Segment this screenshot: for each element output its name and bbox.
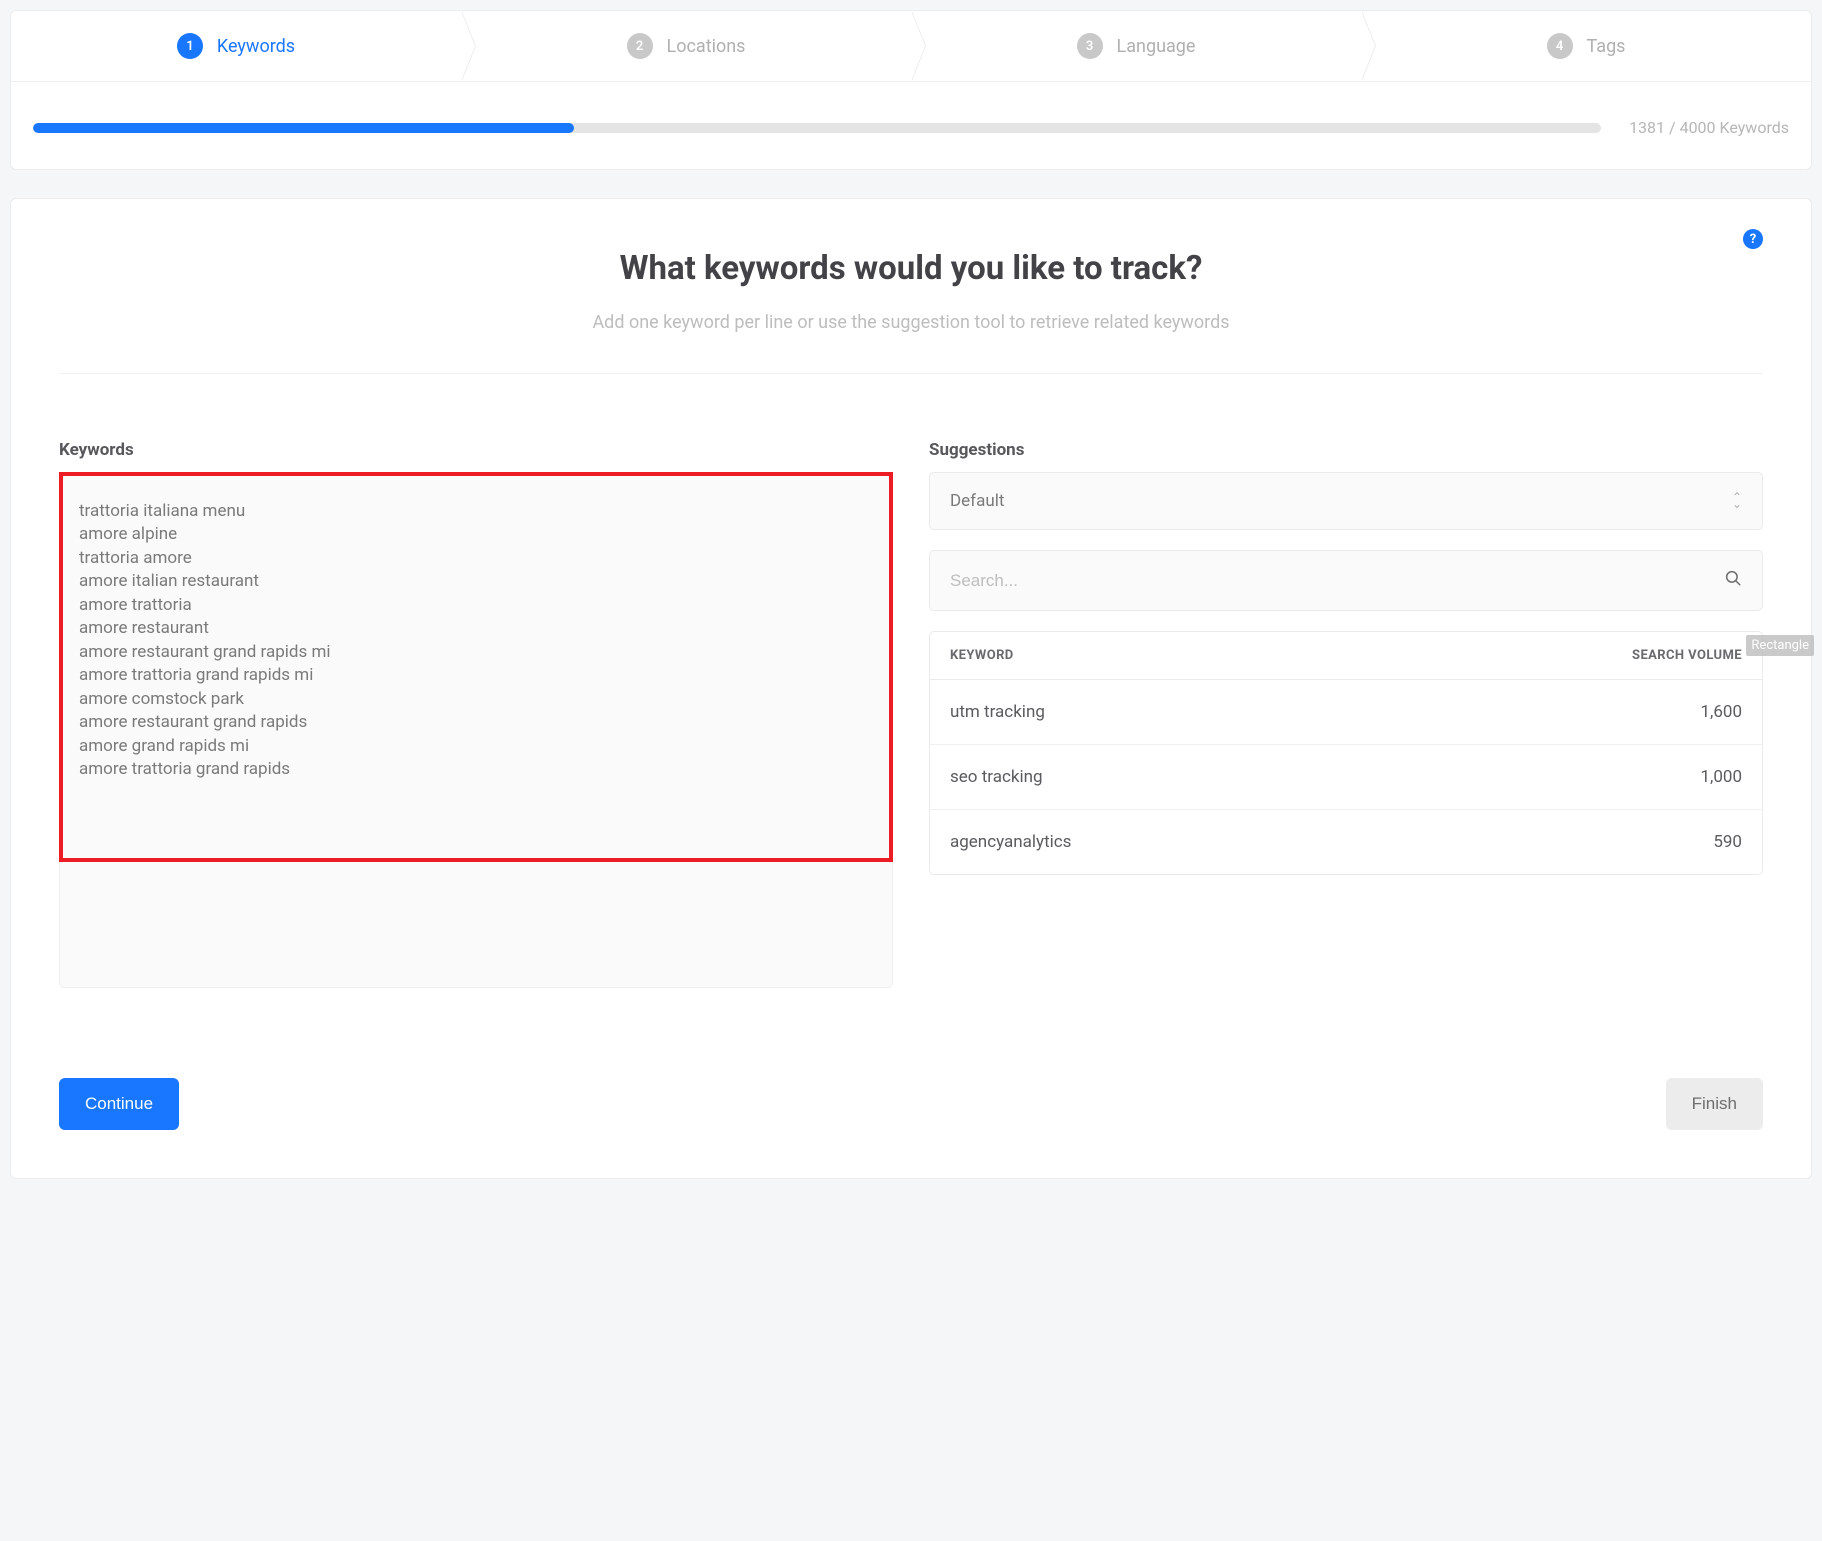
suggestion-keyword: utm tracking — [950, 702, 1045, 722]
step-tags[interactable]: 4 Tags — [1361, 11, 1811, 81]
main-card: ? What keywords would you like to track?… — [10, 198, 1812, 1179]
suggestions-table: KEYWORD SEARCH VOLUME utm tracking 1,600… — [929, 631, 1763, 875]
page-subtitle: Add one keyword per line or use the sugg… — [59, 312, 1763, 374]
keywords-label: Keywords — [59, 440, 893, 460]
progress-text: 1381 / 4000 Keywords — [1629, 118, 1789, 137]
keywords-textarea-bottom[interactable] — [59, 862, 893, 988]
step-locations[interactable]: 2 Locations — [461, 11, 911, 81]
rectangle-hint: Rectangle — [1746, 635, 1814, 656]
page-title: What keywords would you like to track? — [59, 249, 1763, 288]
finish-button[interactable]: Finish — [1666, 1078, 1763, 1130]
col-keyword: KEYWORD — [950, 648, 1014, 663]
suggestions-mode-select[interactable]: Default ⌃⌄ — [929, 472, 1763, 530]
step-label: Keywords — [217, 36, 295, 57]
col-volume: SEARCH VOLUME — [1632, 648, 1742, 663]
suggestion-row[interactable]: agencyanalytics 590 — [930, 810, 1762, 874]
suggestions-search[interactable] — [929, 550, 1763, 611]
help-icon-label: ? — [1750, 232, 1756, 247]
suggestion-volume: 1,600 — [1700, 702, 1742, 722]
search-icon — [1724, 569, 1742, 592]
continue-button[interactable]: Continue — [59, 1078, 179, 1130]
step-language[interactable]: 3 Language — [911, 11, 1361, 81]
suggestions-label: Suggestions — [929, 440, 1763, 460]
step-keywords[interactable]: 1 Keywords — [11, 11, 461, 81]
keywords-column: Keywords trattoria italiana menu amore a… — [59, 440, 893, 988]
stepper-card: 1 Keywords 2 Locations 3 Language 4 Tags… — [10, 10, 1812, 170]
step-number: 1 — [177, 33, 203, 59]
step-label: Language — [1117, 36, 1196, 57]
progress-fill — [33, 123, 574, 133]
step-label: Locations — [667, 36, 746, 57]
suggestion-keyword: seo tracking — [950, 767, 1043, 787]
help-icon[interactable]: ? — [1743, 229, 1763, 249]
suggestion-row[interactable]: seo tracking 1,000 — [930, 745, 1762, 810]
progress-bar — [33, 123, 1601, 133]
suggestions-column: Suggestions Default ⌃⌄ KEYWORD SEARCH VO… — [929, 440, 1763, 988]
suggestions-header: KEYWORD SEARCH VOLUME — [930, 632, 1762, 680]
step-number: 3 — [1077, 33, 1103, 59]
progress-row: 1381 / 4000 Keywords — [11, 82, 1811, 169]
footer: Continue Finish — [59, 1078, 1763, 1130]
step-number: 2 — [627, 33, 653, 59]
suggestion-row[interactable]: utm tracking 1,600 — [930, 680, 1762, 745]
chevron-updown-icon: ⌃⌄ — [1732, 494, 1742, 508]
suggestion-volume: 590 — [1713, 832, 1742, 852]
keywords-textarea[interactable]: trattoria italiana menu amore alpine tra… — [59, 472, 893, 862]
suggestion-keyword: agencyanalytics — [950, 832, 1071, 852]
search-input[interactable] — [950, 571, 1724, 591]
step-number: 4 — [1547, 33, 1573, 59]
select-value: Default — [950, 491, 1004, 511]
step-label: Tags — [1587, 36, 1626, 57]
suggestion-volume: 1,000 — [1700, 767, 1742, 787]
stepper: 1 Keywords 2 Locations 3 Language 4 Tags — [11, 11, 1811, 82]
